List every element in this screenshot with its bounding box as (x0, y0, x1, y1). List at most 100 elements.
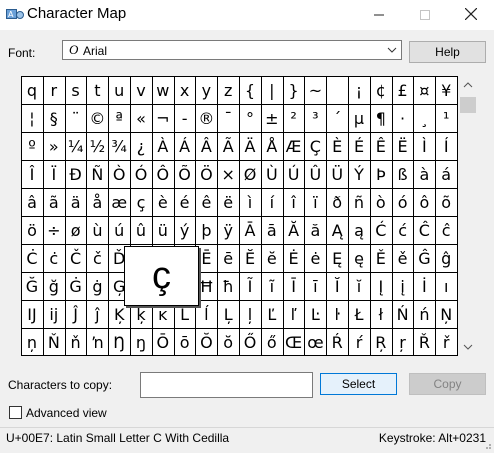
character-cell[interactable]: u (109, 77, 130, 104)
character-cell[interactable]: Ň (43, 329, 64, 356)
character-cell[interactable]: ŏ (218, 329, 239, 356)
character-cell[interactable]: Ō (152, 329, 173, 356)
character-cell[interactable]: « (131, 105, 152, 132)
character-cell[interactable]: ð (327, 189, 348, 216)
character-cell[interactable]: Ĕ (240, 245, 261, 272)
character-cell[interactable]: v (131, 77, 152, 104)
character-cell[interactable]: Á (174, 133, 195, 160)
character-cell[interactable]: þ (196, 217, 217, 244)
character-cell[interactable]: ŋ (131, 329, 152, 356)
character-cell[interactable]: û (131, 217, 152, 244)
character-cell[interactable]: Ĝ (414, 245, 435, 272)
font-dropdown[interactable]: O Arial (62, 40, 402, 60)
character-cell[interactable]: Û (305, 161, 326, 188)
character-cell[interactable]: Ï (43, 161, 64, 188)
character-cell[interactable]: ħ (218, 273, 239, 300)
character-cell[interactable]: Â (196, 133, 217, 160)
character-cell[interactable]: Î (22, 161, 43, 188)
character-cell[interactable]: Ć (370, 217, 391, 244)
character-cell[interactable]: ğ (43, 273, 64, 300)
select-button[interactable]: Select (320, 373, 397, 395)
character-cell[interactable]: ö (22, 217, 43, 244)
character-cell[interactable]: ń (414, 301, 435, 328)
character-cell[interactable]: ¤ (414, 77, 435, 104)
character-cell[interactable]: ĝ (436, 245, 457, 272)
character-cell[interactable]: ü (152, 217, 173, 244)
character-cell[interactable]: Ā (240, 217, 261, 244)
character-cell[interactable]: ŕ (349, 329, 370, 356)
character-cell[interactable]: Ú (283, 161, 304, 188)
character-cell[interactable]: Í (436, 133, 457, 160)
character-cell[interactable]: Ī (283, 273, 304, 300)
character-cell[interactable]: ī (305, 273, 326, 300)
character-cell[interactable]: ø (65, 217, 86, 244)
character-cell[interactable]: ņ (22, 329, 43, 356)
character-cell[interactable]: ř (436, 329, 457, 356)
character-cell[interactable]: õ (436, 189, 457, 216)
character-cell[interactable]: é (174, 189, 195, 216)
character-cell[interactable]: ¿ (131, 133, 152, 160)
character-cell[interactable]: ē (218, 245, 239, 272)
character-cell[interactable]: ő (261, 329, 282, 356)
character-cell[interactable]: } (283, 77, 304, 104)
character-cell[interactable]: ŗ (392, 329, 413, 356)
character-cell[interactable]: ĵ (87, 301, 108, 328)
character-cell[interactable]: ¾ (109, 133, 130, 160)
character-cell[interactable]: Ē (196, 245, 217, 272)
character-cell[interactable]: Æ (283, 133, 304, 160)
character-cell[interactable]: ù (87, 217, 108, 244)
character-cell[interactable]: ¨ (65, 105, 86, 132)
character-cell[interactable]: w (152, 77, 173, 104)
character-cell[interactable]: Ń (392, 301, 413, 328)
character-cell[interactable]: ß (392, 161, 413, 188)
character-cell[interactable]: É (349, 133, 370, 160)
character-cell[interactable]: { (240, 77, 261, 104)
character-cell[interactable]: Ľ (261, 301, 282, 328)
character-cell[interactable]: ó (392, 189, 413, 216)
character-cell[interactable]: ± (261, 105, 282, 132)
character-cell[interactable]: ġ (87, 273, 108, 300)
help-button[interactable]: Help (409, 41, 486, 63)
character-cell[interactable]: ² (283, 105, 304, 132)
character-cell[interactable]: § (43, 105, 64, 132)
character-cell[interactable]: Ö (196, 161, 217, 188)
character-cell[interactable]: Ĉ (414, 217, 435, 244)
maximize-button[interactable] (402, 0, 448, 30)
character-cell[interactable]: Ò (109, 161, 130, 188)
character-cell[interactable]: œ (305, 329, 326, 356)
character-cell[interactable]: z (218, 77, 239, 104)
character-cell[interactable]: ° (240, 105, 261, 132)
character-cell[interactable]: Ġ (65, 273, 86, 300)
character-cell[interactable]: · (392, 105, 413, 132)
character-cell[interactable]: Ŋ (109, 329, 130, 356)
character-cell[interactable]: © (87, 105, 108, 132)
character-cell[interactable]: ć (392, 217, 413, 244)
character-grid-cells[interactable]: q r s t u v w x y z{|} ~ ¡ ¢ £ ¤ ¥ ¦ § ¨ © ª «¬ - ® ¯ ° ± ² ³ ´ µ ¶ · ¸ ¹… (21, 76, 458, 356)
character-cell[interactable]: µ (349, 105, 370, 132)
character-cell[interactable]: è (152, 189, 173, 216)
character-cell[interactable]: Ü (327, 161, 348, 188)
character-cell[interactable]: ´ (327, 105, 348, 132)
character-cell[interactable]: ľ (283, 301, 304, 328)
grid-scrollbar[interactable] (458, 76, 478, 356)
character-cell[interactable]: ĳ (43, 301, 64, 328)
character-cell[interactable]: ÿ (218, 217, 239, 244)
minimize-button[interactable] (356, 0, 402, 30)
character-cell[interactable]: ¦ (22, 105, 43, 132)
character-cell[interactable]: y (196, 77, 217, 104)
character-cell[interactable]: ŉ (87, 329, 108, 356)
character-cell[interactable]: Ç (305, 133, 326, 160)
character-cell[interactable]: ļ (240, 301, 261, 328)
character-cell[interactable]: Č (65, 245, 86, 272)
character-cell[interactable]: Į (370, 273, 391, 300)
character-cell[interactable]: ä (65, 189, 86, 216)
character-cell[interactable]: Ė (283, 245, 304, 272)
character-cell[interactable]: q (22, 77, 43, 104)
character-cell[interactable]: ú (109, 217, 130, 244)
close-button[interactable] (448, 0, 494, 30)
character-cell[interactable]: Õ (174, 161, 195, 188)
character-cell[interactable]: × (218, 161, 239, 188)
character-cell[interactable]: | (261, 77, 282, 104)
character-cell[interactable]: » (43, 133, 64, 160)
character-cell[interactable]: ~ (305, 77, 326, 104)
